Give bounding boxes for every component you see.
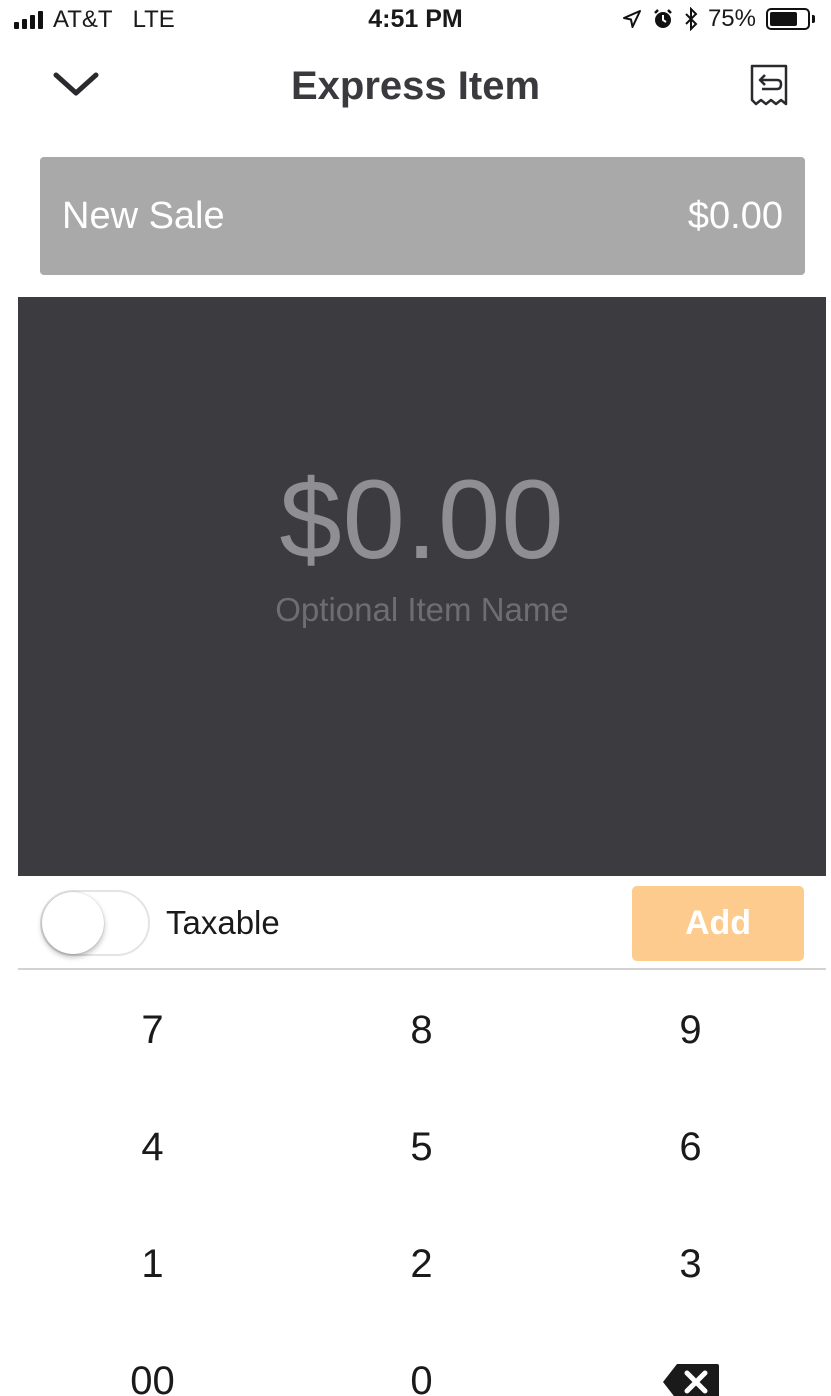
key-1[interactable]: 1 (18, 1206, 287, 1323)
backspace-icon (662, 1363, 719, 1396)
item-name-input[interactable] (122, 587, 722, 633)
page-title: Express Item (290, 64, 541, 108)
backspace-key[interactable] (556, 1323, 825, 1396)
toggle-knob (42, 892, 104, 954)
dismiss-button[interactable] (50, 65, 102, 105)
key-5[interactable]: 5 (287, 1089, 556, 1206)
bluetooth-icon (685, 7, 698, 31)
key-7[interactable]: 7 (18, 972, 287, 1089)
battery-percent: 75% (707, 5, 756, 32)
key-4[interactable]: 4 (18, 1089, 287, 1206)
taxable-row: Taxable Add (18, 876, 826, 970)
alarm-icon (654, 9, 672, 28)
key-00[interactable]: 00 (18, 1323, 287, 1396)
nav-bar: Express Item (0, 40, 831, 135)
amount-display: $0.00 (279, 457, 565, 582)
amount-panel: $0.00 (18, 297, 826, 876)
numeric-keypad: 7 8 9 4 5 6 1 2 3 00 0 (18, 972, 826, 1396)
key-8[interactable]: 8 (287, 972, 556, 1089)
sale-label: New Sale (62, 194, 225, 237)
taxable-toggle[interactable] (40, 890, 150, 956)
key-2[interactable]: 2 (287, 1206, 556, 1323)
key-9[interactable]: 9 (556, 972, 825, 1089)
status-right: 75% (622, 5, 815, 33)
sale-summary-bar[interactable]: New Sale $0.00 (40, 157, 805, 275)
key-3[interactable]: 3 (556, 1206, 825, 1323)
location-arrow-icon (622, 10, 641, 28)
sale-total: $0.00 (687, 194, 783, 237)
key-6[interactable]: 6 (556, 1089, 825, 1206)
taxable-label: Taxable (166, 904, 280, 941)
chevron-down-icon (53, 72, 99, 96)
key-0[interactable]: 0 (287, 1323, 556, 1396)
receipt-button[interactable] (744, 62, 794, 112)
receipt-return-icon (750, 64, 788, 106)
status-bar: AT&T LTE 4:51 PM 75% (0, 0, 831, 40)
battery-icon (766, 8, 815, 30)
add-button[interactable]: Add (632, 886, 804, 961)
